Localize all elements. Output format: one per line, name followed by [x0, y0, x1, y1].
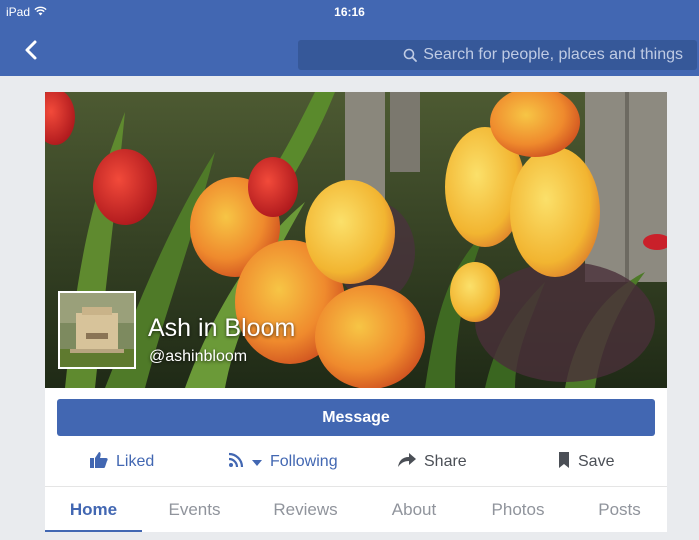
status-bar: iPad 16:16	[0, 0, 699, 24]
tab-reviews[interactable]: Reviews	[247, 487, 364, 532]
save-button[interactable]: Save	[558, 444, 614, 480]
tab-home[interactable]: Home	[45, 487, 142, 532]
search-icon	[403, 48, 418, 62]
page-tabs: Home Events Reviews About Photos Posts	[45, 487, 667, 532]
share-button[interactable]: Share	[398, 444, 467, 480]
page-name: Ash in Bloom	[148, 314, 296, 342]
back-button[interactable]	[20, 38, 44, 62]
active-tab-indicator	[45, 530, 142, 532]
liked-button[interactable]: Liked	[90, 444, 154, 480]
tab-posts[interactable]: Posts	[572, 487, 667, 532]
status-time: 16:16	[334, 5, 365, 19]
save-label: Save	[578, 453, 615, 470]
tab-photos[interactable]: Photos	[464, 487, 572, 532]
tab-events[interactable]: Events	[142, 487, 247, 532]
chevron-left-icon	[25, 40, 37, 60]
profile-picture[interactable]	[58, 291, 136, 369]
liked-label: Liked	[116, 453, 155, 470]
search-placeholder: Search for people, places and things	[423, 46, 683, 63]
message-button[interactable]: Message	[57, 399, 655, 436]
bookmark-icon	[558, 451, 570, 473]
page-handle: @ashinbloom	[149, 348, 248, 365]
action-bar: Liked Following Share Save	[45, 444, 667, 480]
thumbs-up-icon	[90, 451, 108, 473]
following-button[interactable]: Following	[228, 444, 338, 480]
rss-icon	[228, 452, 244, 473]
search-input[interactable]: Search for people, places and things	[298, 40, 697, 70]
tab-about[interactable]: About	[364, 487, 464, 532]
caret-down-icon	[252, 453, 262, 471]
page-card: Ash in Bloom @ashinbloom Message Liked F…	[45, 92, 667, 532]
following-label: Following	[270, 453, 338, 470]
share-label: Share	[424, 453, 467, 470]
nav-bar: Search for people, places and things	[0, 24, 699, 76]
share-arrow-icon	[398, 452, 416, 472]
cover-photo[interactable]: Ash in Bloom @ashinbloom	[45, 92, 667, 388]
